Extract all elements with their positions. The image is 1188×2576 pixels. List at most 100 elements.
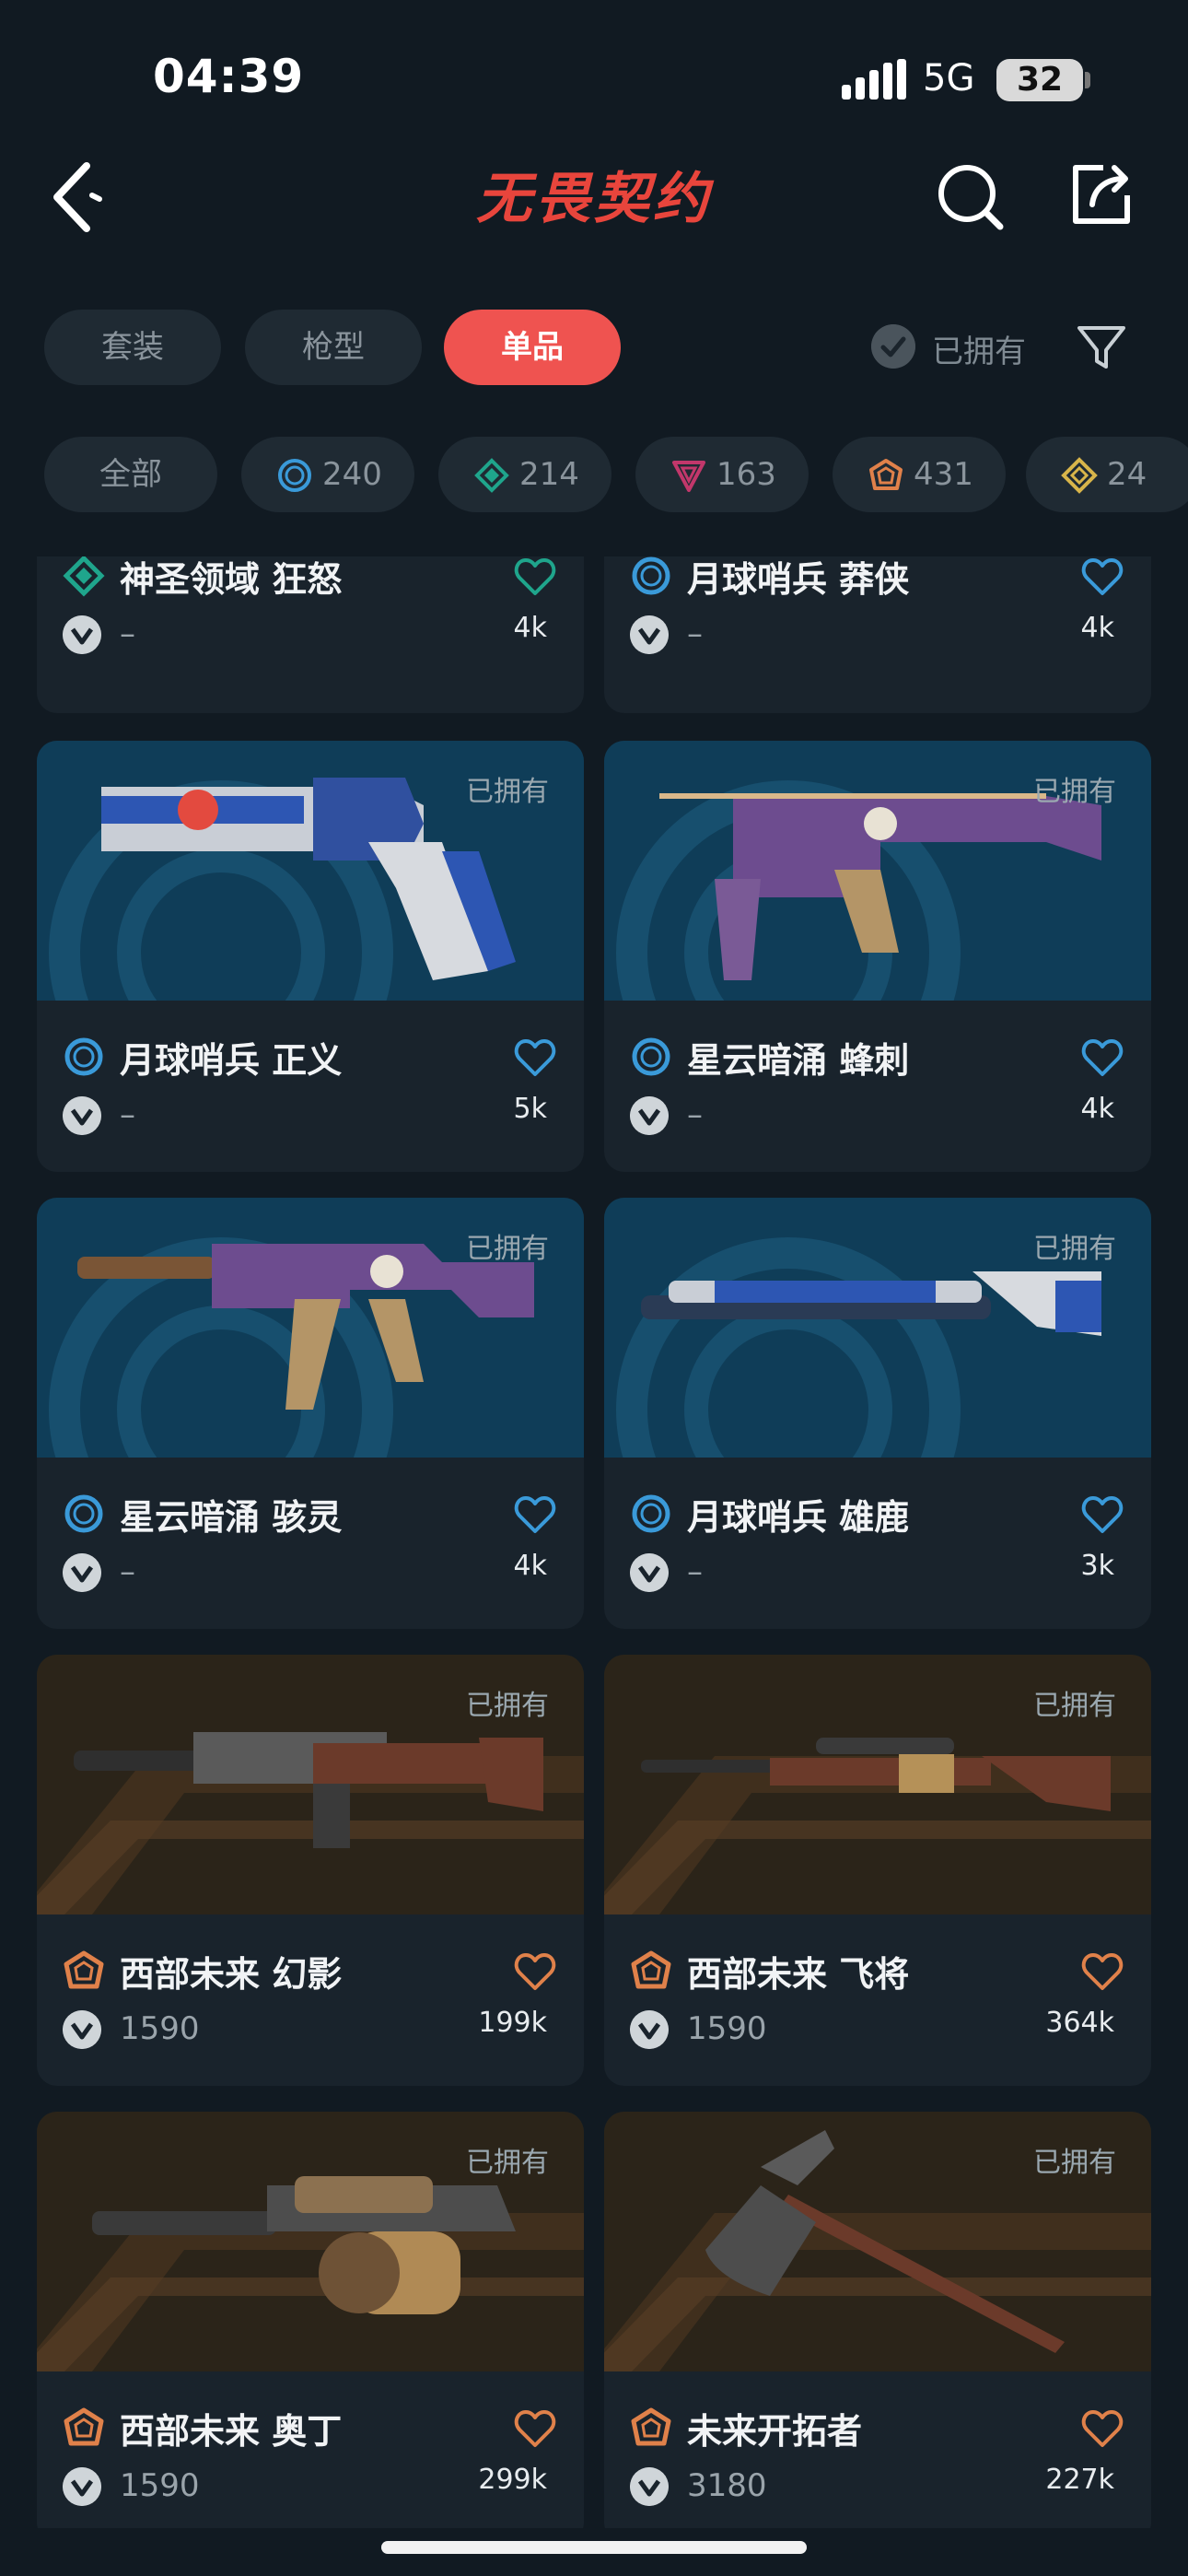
item-card[interactable]: 月球哨兵 莽侠 – 4k bbox=[604, 556, 1151, 713]
skin-name: 未来开拓者 bbox=[687, 2411, 863, 2452]
like-count: 199k bbox=[478, 2007, 547, 2039]
filter-icon[interactable] bbox=[1076, 322, 1127, 374]
valorant-points-icon bbox=[63, 2010, 101, 2049]
chip-count: 214 bbox=[519, 456, 579, 493]
home-indicator[interactable] bbox=[381, 2541, 807, 2554]
app-logo: 无畏契约 bbox=[476, 167, 715, 231]
chip-all[interactable]: 全部 bbox=[44, 437, 217, 512]
price: – bbox=[120, 1553, 135, 1590]
skin-name: 星云暗涌 骇灵 bbox=[120, 1497, 343, 1538]
premium-tier-icon bbox=[672, 461, 705, 492]
select-tier-icon bbox=[632, 1494, 670, 1533]
chip-exclusive-tier[interactable]: 431 bbox=[833, 437, 1006, 512]
select-tier-icon bbox=[278, 459, 311, 492]
like-count: 364k bbox=[1045, 2007, 1114, 2039]
share-icon[interactable] bbox=[1066, 157, 1136, 230]
back-icon[interactable] bbox=[46, 160, 111, 234]
owned-filter-label: 已拥有 bbox=[932, 334, 1026, 370]
signal-icon bbox=[842, 59, 906, 100]
valorant-points-icon bbox=[63, 2467, 101, 2506]
item-card[interactable]: 已拥有 月球哨兵 雄鹿 – 3k bbox=[604, 1198, 1151, 1629]
battery-icon: 32 bbox=[996, 59, 1083, 101]
battery-tip bbox=[1085, 72, 1090, 88]
chip-ultra-tier[interactable]: 24 bbox=[1026, 437, 1188, 512]
valorant-points-icon bbox=[63, 1096, 101, 1135]
deluxe-tier-icon bbox=[63, 556, 105, 597]
heart-icon[interactable] bbox=[1081, 1951, 1124, 1992]
item-card[interactable]: 已拥有 月球哨兵 正义 – 5k bbox=[37, 741, 584, 1172]
item-card[interactable]: 神圣领域 狂怒 – 4k bbox=[37, 556, 584, 713]
search-icon[interactable] bbox=[936, 158, 1006, 232]
chip-count: 163 bbox=[716, 456, 776, 493]
heart-icon[interactable] bbox=[514, 2408, 556, 2449]
skin-name: 神圣领域 狂怒 bbox=[120, 559, 343, 600]
heart-icon[interactable] bbox=[1081, 1037, 1124, 1078]
heart-icon[interactable] bbox=[1081, 1494, 1124, 1535]
exclusive-tier-icon bbox=[631, 1950, 671, 1989]
skin-name: 西部未来 幻影 bbox=[120, 1954, 343, 1995]
item-card[interactable]: 已拥有 西部未来 飞将 1590 364k bbox=[604, 1655, 1151, 2086]
exclusive-tier-icon bbox=[64, 1950, 104, 1989]
chip-deluxe-tier[interactable]: 214 bbox=[438, 437, 611, 512]
item-card[interactable]: 已拥有 星云暗涌 骇灵 – 4k bbox=[37, 1198, 584, 1629]
skin-name: 西部未来 奥丁 bbox=[120, 2411, 343, 2452]
valorant-points-icon bbox=[630, 2010, 669, 2049]
heart-icon[interactable] bbox=[514, 1494, 556, 1535]
skin-name: 西部未来 飞将 bbox=[687, 1954, 910, 1995]
app-title: 无畏契约 bbox=[476, 167, 715, 231]
ultra-tier-icon bbox=[1061, 457, 1098, 494]
header: 无畏契约 bbox=[0, 138, 1188, 258]
like-count: 4k bbox=[1080, 1093, 1114, 1125]
owned-tag: 已拥有 bbox=[1033, 2147, 1116, 2179]
price: – bbox=[687, 1553, 703, 1590]
price: 1590 bbox=[120, 2010, 200, 2047]
chip-count: 240 bbox=[322, 456, 382, 493]
like-count: 227k bbox=[1045, 2464, 1114, 2496]
valorant-points-icon bbox=[630, 1553, 669, 1592]
item-card[interactable]: 已拥有 西部未来 幻影 1590 199k bbox=[37, 1655, 584, 2086]
valorant-points-icon bbox=[630, 1096, 669, 1135]
status-bar: 04:39 5G 32 bbox=[0, 0, 1188, 138]
category-tabs: 套装 枪型 单品 已拥有 bbox=[0, 310, 1188, 389]
owned-tag: 已拥有 bbox=[1033, 1690, 1116, 1722]
network-type: 5G bbox=[923, 57, 975, 100]
like-count: 4k bbox=[513, 1550, 547, 1582]
price: – bbox=[687, 615, 703, 652]
owned-tag: 已拥有 bbox=[1033, 776, 1116, 808]
chip-premium-tier[interactable]: 163 bbox=[635, 437, 809, 512]
owned-tag: 已拥有 bbox=[466, 1690, 549, 1722]
like-count: 299k bbox=[478, 2464, 547, 2496]
chip-count: 431 bbox=[914, 456, 973, 493]
price: 1590 bbox=[120, 2467, 200, 2504]
price: 3180 bbox=[687, 2467, 767, 2504]
heart-icon[interactable] bbox=[1081, 556, 1124, 597]
select-tier-icon bbox=[632, 556, 670, 595]
heart-icon[interactable] bbox=[1081, 2408, 1124, 2449]
chip-count: 24 bbox=[1107, 456, 1147, 493]
owned-tag: 已拥有 bbox=[466, 2147, 549, 2179]
heart-icon[interactable] bbox=[514, 1037, 556, 1078]
item-card[interactable]: 已拥有 西部未来 奥丁 1590 299k bbox=[37, 2112, 584, 2528]
heart-icon[interactable] bbox=[514, 556, 556, 597]
valorant-points-icon bbox=[63, 1553, 101, 1592]
owned-tag: 已拥有 bbox=[466, 1233, 549, 1265]
item-grid: 神圣领域 狂怒 – 4k 月球哨兵 莽侠 – 4k 已拥有 月球哨兵 正义 – … bbox=[0, 556, 1188, 2528]
tab-single-item[interactable]: 单品 bbox=[444, 310, 621, 385]
heart-icon[interactable] bbox=[514, 1951, 556, 1992]
status-time: 04:39 bbox=[153, 50, 305, 103]
valorant-points-icon bbox=[63, 615, 101, 654]
tab-set[interactable]: 套装 bbox=[44, 310, 221, 385]
exclusive-tier-icon bbox=[64, 2407, 104, 2446]
like-count: 4k bbox=[513, 612, 547, 644]
price: 1590 bbox=[687, 2010, 767, 2047]
price: – bbox=[120, 615, 135, 652]
item-card[interactable]: 已拥有 星云暗涌 蜂刺 – 4k bbox=[604, 741, 1151, 1172]
tab-weapon-type[interactable]: 枪型 bbox=[245, 310, 422, 385]
select-tier-icon bbox=[632, 1037, 670, 1076]
like-count: 4k bbox=[1080, 612, 1114, 644]
item-card[interactable]: 已拥有 未来开拓者 3180 227k bbox=[604, 2112, 1151, 2528]
check-icon bbox=[871, 324, 915, 369]
valorant-points-icon bbox=[630, 2467, 669, 2506]
price: – bbox=[120, 1096, 135, 1133]
chip-select-tier[interactable]: 240 bbox=[241, 437, 414, 512]
